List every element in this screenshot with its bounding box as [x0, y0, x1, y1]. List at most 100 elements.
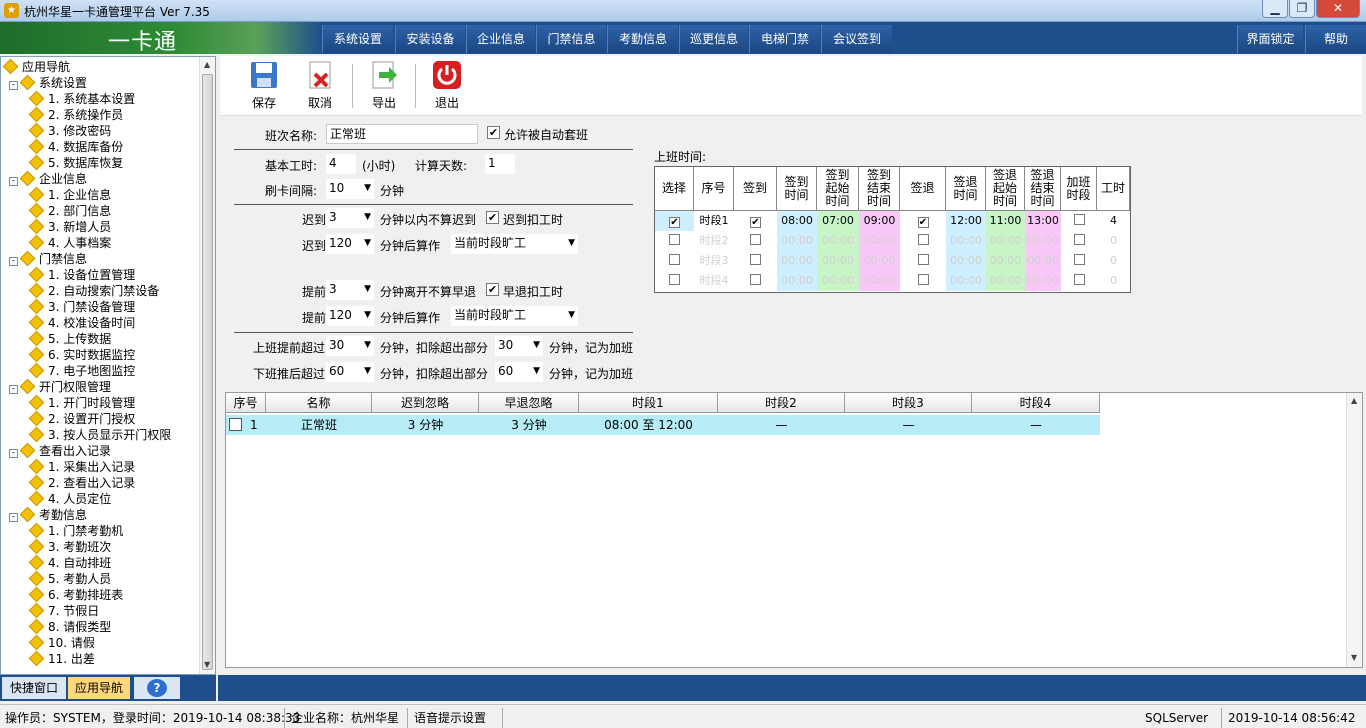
export-button[interactable]: 导出 [360, 60, 408, 111]
interval-select[interactable]: 10 ▼ [326, 179, 374, 199]
grid-checkbox[interactable] [655, 231, 694, 251]
early-minutes-select[interactable]: 3 ▼ [326, 280, 374, 300]
collapse-icon[interactable]: - [9, 81, 18, 90]
grid-cell[interactable]: 08:00 [777, 211, 817, 231]
tree-item[interactable]: 4. 人员定位 [28, 490, 111, 507]
tab-app-navigation[interactable]: 应用导航 [68, 677, 130, 699]
grid-checkbox[interactable] [655, 271, 694, 291]
menu-item[interactable]: 会议签到 [821, 25, 892, 53]
grid-cell[interactable]: 00:00 [777, 271, 817, 291]
tree-item[interactable]: - 企业信息 [9, 170, 87, 187]
tree-item[interactable]: 4. 校准设备时间 [28, 314, 135, 331]
grid-cell[interactable]: 00:00 [817, 271, 859, 291]
grid-cell[interactable]: 11:00 [986, 211, 1025, 231]
tree-item[interactable]: - 系统设置 [9, 74, 87, 91]
grid-cell[interactable]: 00:00 [817, 231, 859, 251]
tree-item[interactable]: 5. 上传数据 [28, 330, 111, 347]
grid-cell[interactable]: 09:00 [859, 211, 900, 231]
early-absent-select[interactable]: 120 ▼ [326, 306, 374, 326]
grid-checkbox[interactable] [655, 251, 694, 271]
grid-checkbox[interactable] [1061, 211, 1097, 231]
tree-item[interactable]: 2. 自动搜索门禁设备 [28, 282, 159, 299]
tree-item[interactable]: 4. 自动排班 [28, 554, 111, 571]
early-absent-type-select[interactable]: 当前时段旷工 ▼ [451, 306, 578, 326]
grid-cell[interactable]: 00:00 [986, 271, 1025, 291]
tree-item[interactable]: 2. 系统操作员 [28, 106, 123, 123]
grid-cell[interactable]: 时段4 [694, 271, 734, 291]
late-minutes-select[interactable]: 3 ▼ [326, 208, 374, 228]
grid-cell[interactable]: 00:00 [1025, 271, 1061, 291]
base-hours-input[interactable]: 4 [326, 154, 356, 174]
grid-cell[interactable]: 00:00 [1025, 231, 1061, 251]
grid-cell[interactable]: 00:00 [859, 231, 900, 251]
tree-item[interactable]: 1. 采集出入记录 [28, 458, 135, 475]
cancel-button[interactable]: 取消 [296, 60, 344, 111]
list-header[interactable]: 名称 [266, 393, 372, 413]
list-header[interactable]: 迟到忽略 [372, 393, 479, 413]
grid-cell[interactable]: 00:00 [817, 251, 859, 271]
menu-item[interactable]: 考勤信息 [607, 25, 678, 53]
tab-quick-window[interactable]: 快捷窗口 [2, 677, 66, 699]
shift-name-input[interactable]: 正常班 [326, 124, 478, 144]
menu-help[interactable]: 帮助 [1305, 25, 1366, 53]
tree-item[interactable]: 8. 请假类型 [28, 618, 111, 635]
grid-cell[interactable]: 00:00 [986, 251, 1025, 271]
row-checkbox[interactable] [229, 418, 242, 431]
grid-cell[interactable]: 00:00 [946, 251, 986, 271]
tree-item[interactable]: 5. 考勤人员 [28, 570, 111, 587]
menu-item[interactable]: 安装设备 [395, 25, 465, 53]
grid-cell[interactable]: 12:00 [946, 211, 986, 231]
tree-item[interactable]: 4. 数据库备份 [28, 138, 123, 155]
grid-checkbox[interactable] [734, 271, 777, 291]
tree-item[interactable]: 3. 门禁设备管理 [28, 298, 135, 315]
grid-checkbox[interactable] [1061, 271, 1097, 291]
sidebar-scrollbar[interactable]: ▲ ▼ [199, 57, 215, 674]
collapse-icon[interactable]: - [9, 177, 18, 186]
tree-item[interactable]: 1. 设备位置管理 [28, 266, 135, 283]
help-tab[interactable]: ? [134, 677, 180, 699]
grid-checkbox[interactable] [1061, 231, 1097, 251]
grid-cell[interactable]: 00:00 [1025, 251, 1061, 271]
scroll-up-icon[interactable]: ▲ [1351, 396, 1357, 405]
list-header[interactable]: 时段4 [972, 393, 1100, 413]
grid-cell[interactable]: 时段3 [694, 251, 734, 271]
tree-item[interactable]: 2. 查看出入记录 [28, 474, 135, 491]
close-button[interactable]: ✕ [1316, 0, 1360, 18]
tree-item[interactable]: 6. 考勤排班表 [28, 586, 123, 603]
grid-cell[interactable]: 0 [1097, 271, 1130, 291]
late-absent-select[interactable]: 120 ▼ [326, 234, 374, 254]
grid-cell[interactable]: 时段2 [694, 231, 734, 251]
tree-item[interactable]: 2. 部门信息 [28, 202, 111, 219]
collapse-icon[interactable]: - [9, 513, 18, 522]
tree-item[interactable]: 3. 按人员显示开门权限 [28, 426, 171, 443]
grid-checkbox[interactable] [734, 231, 777, 251]
tree-item[interactable]: 1. 系统基本设置 [28, 90, 135, 107]
tree-item[interactable]: 4. 人事档案 [28, 234, 111, 251]
tree-item[interactable]: 6. 实时数据监控 [28, 346, 135, 363]
ot-before-deduct-select[interactable]: 30 ▼ [495, 336, 543, 356]
late-deduct-checkbox[interactable]: ✔ [486, 211, 499, 224]
grid-cell[interactable]: 4 [1097, 211, 1130, 231]
list-scrollbar[interactable]: ▲ ▼ [1346, 393, 1362, 667]
collapse-icon[interactable]: - [9, 257, 18, 266]
save-button[interactable]: 保存 [240, 60, 288, 111]
list-header[interactable]: 序号 [226, 393, 266, 413]
tree-item[interactable]: - 开门权限管理 [9, 378, 111, 395]
grid-cell[interactable]: 00:00 [777, 251, 817, 271]
tree-item[interactable]: 10. 请假 [28, 634, 95, 651]
ot-after-select[interactable]: 60 ▼ [326, 362, 374, 382]
tree-item[interactable]: 3. 修改密码 [28, 122, 111, 139]
grid-cell[interactable]: 13:00 [1025, 211, 1061, 231]
grid-cell[interactable]: 00:00 [946, 231, 986, 251]
tree-item[interactable]: - 门禁信息 [9, 250, 87, 267]
tree-item[interactable]: 3. 新增人员 [28, 218, 111, 235]
grid-cell[interactable]: 00:00 [859, 271, 900, 291]
grid-cell[interactable]: 0 [1097, 251, 1130, 271]
list-header[interactable]: 早退忽略 [479, 393, 579, 413]
tree-item[interactable]: 应用导航 [2, 58, 70, 75]
grid-cell[interactable]: 00:00 [946, 271, 986, 291]
tree-item[interactable]: 2. 设置开门授权 [28, 410, 135, 427]
menu-item[interactable]: 巡更信息 [679, 25, 748, 53]
status-voice-settings[interactable]: 语音提示设置 [409, 708, 503, 728]
collapse-icon[interactable]: - [9, 385, 18, 394]
